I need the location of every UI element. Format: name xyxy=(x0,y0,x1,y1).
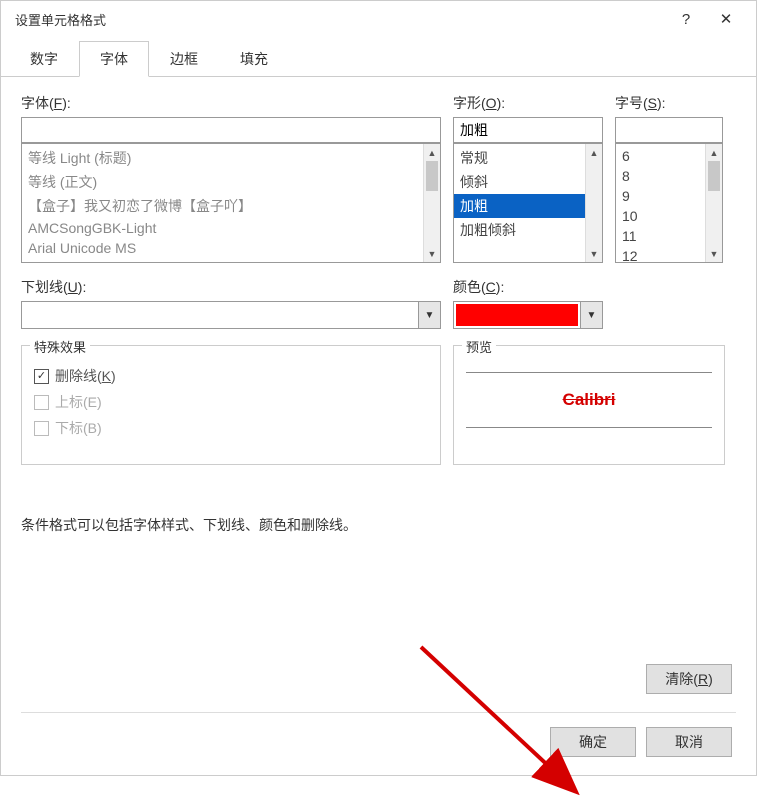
color-combo[interactable]: ▼ xyxy=(453,301,603,329)
strikethrough-label: 删除线(K) xyxy=(55,366,116,386)
style-scrollbar[interactable]: ▲ ▼ xyxy=(585,144,602,262)
scroll-up-icon[interactable]: ▲ xyxy=(706,144,722,161)
ok-button[interactable]: 确定 xyxy=(550,727,636,757)
scroll-down-icon[interactable]: ▼ xyxy=(706,245,722,262)
chevron-down-icon[interactable]: ▼ xyxy=(580,302,602,328)
checkbox-icon xyxy=(34,395,49,410)
size-listbox[interactable]: 6 8 9 10 11 12 ▲ ▼ xyxy=(615,143,723,263)
font-row: 字体(F): 等线 Light (标题) 等线 (正文) 【盒子】我又初恋了微博… xyxy=(21,93,736,263)
close-button[interactable]: ✕ xyxy=(706,4,746,34)
tab-font[interactable]: 字体 xyxy=(79,41,149,77)
tab-bar: 数字 字体 边框 填充 xyxy=(1,37,756,77)
color-column: 颜色(C): ▼ xyxy=(453,277,603,329)
style-item[interactable]: 常规 xyxy=(454,146,602,170)
dialog-title: 设置单元格格式 xyxy=(15,10,666,29)
font-listbox[interactable]: 等线 Light (标题) 等线 (正文) 【盒子】我又初恋了微博【盒子吖】 A… xyxy=(21,143,441,263)
style-item[interactable]: 倾斜 xyxy=(454,170,602,194)
titlebar: 设置单元格格式 ? ✕ xyxy=(1,1,756,37)
scroll-down-icon[interactable]: ▼ xyxy=(424,245,440,262)
font-item[interactable]: AMCSongGBK-Light xyxy=(22,218,440,238)
scroll-thumb[interactable] xyxy=(426,161,438,191)
checkbox-icon xyxy=(34,369,49,384)
preview-group: 预览 Calibri xyxy=(453,345,725,465)
font-item[interactable]: 【盒子】我又初恋了微博【盒子吖】 xyxy=(22,194,440,218)
tab-fill[interactable]: 填充 xyxy=(219,41,289,76)
font-scrollbar[interactable]: ▲ ▼ xyxy=(423,144,440,262)
size-column: 字号(S): 6 8 9 10 11 12 ▲ ▼ xyxy=(615,93,723,263)
cancel-button[interactable]: 取消 xyxy=(646,727,732,757)
superscript-label: 上标(E) xyxy=(55,392,102,412)
format-cells-dialog: 设置单元格格式 ? ✕ 数字 字体 边框 填充 字体(F): 等线 Light … xyxy=(0,0,757,776)
content-area: 字体(F): 等线 Light (标题) 等线 (正文) 【盒子】我又初恋了微博… xyxy=(1,77,756,775)
clear-button[interactable]: 清除(R) xyxy=(646,664,732,694)
tab-number[interactable]: 数字 xyxy=(9,41,79,76)
size-scrollbar[interactable]: ▲ ▼ xyxy=(705,144,722,262)
subscript-label: 下标(B) xyxy=(55,418,102,438)
underline-value xyxy=(22,302,418,328)
underline-column: 下划线(U): ▼ xyxy=(21,277,441,329)
effects-title: 特殊效果 xyxy=(30,337,90,356)
preview-title: 预览 xyxy=(462,337,496,356)
style-input[interactable] xyxy=(453,117,603,143)
font-item[interactable]: 等线 Light (标题) xyxy=(22,146,440,170)
font-input[interactable] xyxy=(21,117,441,143)
subscript-checkbox: 下标(B) xyxy=(34,418,428,438)
checkbox-icon xyxy=(34,421,49,436)
style-label: 字形(O): xyxy=(453,93,603,113)
font-item[interactable]: 等线 (正文) xyxy=(22,170,440,194)
tab-border[interactable]: 边框 xyxy=(149,41,219,76)
style-item[interactable]: 加粗 xyxy=(454,194,602,218)
clear-row: 清除(R) xyxy=(21,664,736,694)
scroll-up-icon[interactable]: ▲ xyxy=(586,144,602,161)
help-button[interactable]: ? xyxy=(666,4,706,34)
font-column: 字体(F): 等线 Light (标题) 等线 (正文) 【盒子】我又初恋了微博… xyxy=(21,93,441,263)
okcancel-row: 确定 取消 xyxy=(21,712,736,767)
style-column: 字形(O): 常规 倾斜 加粗 加粗倾斜 ▲ ▼ xyxy=(453,93,603,263)
effects-preview-row: 特殊效果 删除线(K) 上标(E) 下标(B) 预览 Calibri xyxy=(21,345,736,465)
strikethrough-checkbox[interactable]: 删除线(K) xyxy=(34,366,428,386)
font-item[interactable]: Arial Unicode MS xyxy=(22,238,440,258)
preview-text: Calibri xyxy=(466,372,712,428)
footer: 清除(R) 确定 取消 xyxy=(21,664,736,767)
underline-combo[interactable]: ▼ xyxy=(21,301,441,329)
scroll-down-icon[interactable]: ▼ xyxy=(586,245,602,262)
underline-label: 下划线(U): xyxy=(21,277,441,297)
style-listbox[interactable]: 常规 倾斜 加粗 加粗倾斜 ▲ ▼ xyxy=(453,143,603,263)
scroll-thumb[interactable] xyxy=(708,161,720,191)
color-swatch xyxy=(456,304,578,326)
size-label: 字号(S): xyxy=(615,93,723,113)
color-label: 颜色(C): xyxy=(453,277,603,297)
font-label: 字体(F): xyxy=(21,93,441,113)
style-item[interactable]: 加粗倾斜 xyxy=(454,218,602,242)
size-input[interactable] xyxy=(615,117,723,143)
underline-color-row: 下划线(U): ▼ 颜色(C): ▼ xyxy=(21,277,736,329)
font-item[interactable]: id-kaihou xyxy=(22,258,440,263)
note-text: 条件格式可以包括字体样式、下划线、颜色和删除线。 xyxy=(21,515,736,535)
chevron-down-icon[interactable]: ▼ xyxy=(418,302,440,328)
scroll-up-icon[interactable]: ▲ xyxy=(424,144,440,161)
superscript-checkbox: 上标(E) xyxy=(34,392,428,412)
effects-group: 特殊效果 删除线(K) 上标(E) 下标(B) xyxy=(21,345,441,465)
